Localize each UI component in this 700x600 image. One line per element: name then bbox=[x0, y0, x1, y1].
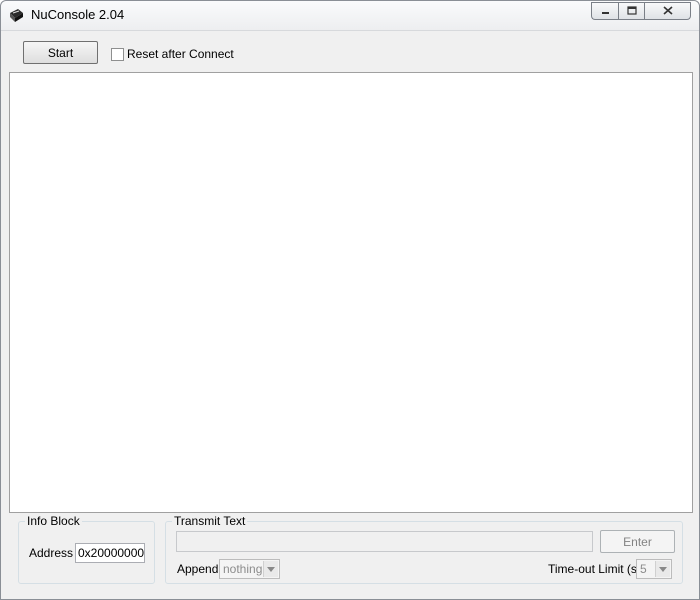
transmit-text-title: Transmit Text bbox=[172, 514, 248, 528]
reset-after-connect-label[interactable]: Reset after Connect bbox=[127, 47, 234, 61]
title-bar[interactable]: NuConsole 2.04 bbox=[1, 1, 699, 31]
toolbar: Start Reset after Connect bbox=[9, 31, 693, 72]
nuvoton-chip-icon bbox=[9, 8, 24, 23]
reset-after-connect-checkbox[interactable] bbox=[111, 48, 124, 61]
start-button[interactable]: Start bbox=[23, 41, 98, 64]
maximize-button[interactable] bbox=[618, 2, 644, 20]
minimize-icon bbox=[601, 4, 610, 18]
maximize-icon bbox=[626, 4, 637, 18]
enter-button[interactable]: Enter bbox=[600, 530, 675, 553]
window-title: NuConsole 2.04 bbox=[31, 7, 125, 22]
append-label: Append bbox=[177, 562, 219, 576]
transmit-text-group: Transmit Text Enter Append nothing Time-… bbox=[165, 514, 683, 584]
minimize-button[interactable] bbox=[591, 2, 618, 20]
caption-buttons bbox=[591, 2, 691, 20]
address-input[interactable]: 0x20000000 bbox=[75, 543, 145, 563]
timeout-limit-value: 5 bbox=[640, 562, 647, 576]
address-label: Address bbox=[29, 546, 74, 560]
chevron-down-icon bbox=[263, 561, 278, 577]
chevron-down-icon bbox=[655, 561, 670, 577]
app-window: NuConsole 2.04 Start Reset after Connect bbox=[0, 0, 700, 600]
console-output[interactable] bbox=[9, 72, 693, 513]
close-icon bbox=[662, 4, 673, 18]
timeout-limit-select[interactable]: 5 bbox=[636, 559, 672, 579]
append-select-value: nothing bbox=[223, 562, 263, 576]
close-button[interactable] bbox=[644, 2, 691, 20]
info-block-group: Info Block Address 0x20000000 bbox=[18, 514, 155, 584]
transmit-input[interactable] bbox=[176, 531, 593, 552]
append-select[interactable]: nothing bbox=[219, 559, 280, 579]
timeout-limit-label: Time-out Limit (s) bbox=[548, 562, 641, 576]
info-block-title: Info Block bbox=[25, 514, 82, 528]
